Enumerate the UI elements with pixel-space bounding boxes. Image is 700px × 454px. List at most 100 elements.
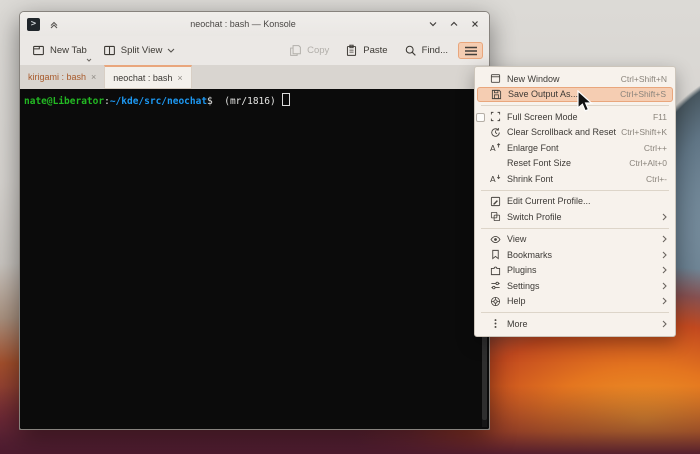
menu-item-label: Reset Font Size	[507, 158, 571, 168]
menu-item-new-window[interactable]: New Window Ctrl+Shift+N	[475, 71, 675, 87]
more-icon	[489, 318, 501, 330]
split-view-icon	[103, 44, 116, 57]
menu-item-more[interactable]: More	[475, 316, 675, 332]
menu-item-plugins[interactable]: Plugins	[475, 263, 675, 279]
terminal-cursor	[282, 93, 290, 106]
find-button[interactable]: Find...	[398, 40, 454, 61]
paste-icon	[345, 44, 358, 57]
search-icon	[404, 44, 417, 57]
menu-separator	[481, 228, 669, 229]
hamburger-menu-button[interactable]	[458, 42, 483, 59]
window-title: neochat : bash — Konsole	[67, 19, 419, 29]
submenu-arrow-icon	[662, 297, 667, 305]
menu-item-label: Help	[507, 296, 526, 306]
menu-item-bookmarks[interactable]: Bookmarks	[475, 247, 675, 263]
new-tab-menu-caret-icon[interactable]	[86, 58, 92, 62]
menu-item-view[interactable]: View	[475, 232, 675, 248]
save-output-icon	[490, 88, 502, 100]
copy-icon	[289, 44, 302, 57]
split-view-button[interactable]: Split View	[97, 40, 182, 61]
new-tab-button[interactable]: New Tab	[26, 40, 93, 61]
tab-label: kirigami : bash	[28, 72, 86, 82]
menu-item-label: Enlarge Font	[507, 143, 559, 153]
terminal-view[interactable]: nate@Liberator:~/kde/src/neochat$ (mr/18…	[20, 89, 489, 429]
minimize-button[interactable]	[425, 17, 440, 32]
menu-item-reset-font-size[interactable]: Reset Font Size Ctrl+Alt+0	[475, 156, 675, 172]
new-tab-icon	[32, 44, 45, 57]
new-window-icon	[489, 73, 501, 85]
menu-item-settings[interactable]: Settings	[475, 278, 675, 294]
menu-item-shrink-font[interactable]: A Shrink Font Ctrl+-	[475, 171, 675, 187]
clear-history-icon	[489, 126, 501, 138]
tab-label: neochat : bash	[113, 73, 172, 83]
fullscreen-icon	[489, 111, 501, 123]
titlebar[interactable]: > neochat : bash — Konsole	[20, 12, 489, 36]
find-label: Find...	[422, 45, 448, 56]
menu-separator	[481, 190, 669, 191]
tab-kirigami-bash[interactable]: kirigami : bash ×	[20, 65, 104, 89]
menu-item-label: Shrink Font	[507, 174, 553, 184]
menu-item-label: More	[507, 319, 528, 329]
menu-item-shortcut: F11	[653, 112, 667, 122]
submenu-arrow-icon	[662, 320, 667, 328]
tab-close-icon[interactable]: ×	[177, 73, 182, 83]
menu-item-shortcut: Ctrl+-	[646, 174, 667, 184]
menu-item-full-screen-mode[interactable]: Full Screen Mode F11	[475, 109, 675, 125]
no-icon	[489, 157, 501, 169]
menu-item-switch-profile[interactable]: Switch Profile	[475, 209, 675, 225]
edit-profile-icon	[489, 195, 501, 207]
menu-separator	[481, 312, 669, 313]
konsole-window: > neochat : bash — Konsole New Tab	[19, 11, 490, 430]
copy-button[interactable]: Copy	[283, 40, 335, 61]
menu-item-enlarge-font[interactable]: A Enlarge Font Ctrl++	[475, 140, 675, 156]
menu-item-label: Settings	[507, 281, 540, 291]
menu-item-clear-scrollback[interactable]: Clear Scrollback and Reset Ctrl+Shift+K	[475, 125, 675, 141]
hamburger-dropdown-menu: New Window Ctrl+Shift+N Save Output As..…	[474, 66, 676, 337]
menu-item-label: Plugins	[507, 265, 537, 275]
prompt-branch: (mr/1816)	[213, 96, 282, 107]
bookmark-icon	[489, 249, 501, 261]
menu-separator	[481, 105, 669, 106]
svg-text:A: A	[490, 174, 496, 184]
menu-item-shortcut: Ctrl+Shift+S	[620, 89, 666, 99]
paste-button[interactable]: Paste	[339, 40, 393, 61]
mouse-cursor	[577, 90, 593, 113]
menu-item-shortcut: Ctrl+Shift+N	[621, 74, 667, 84]
prompt-path: ~/kde/src/neochat	[110, 96, 207, 107]
submenu-arrow-icon	[662, 235, 667, 243]
enlarge-font-icon: A	[489, 142, 501, 154]
shrink-font-icon: A	[489, 173, 501, 185]
tab-neochat-bash[interactable]: neochat : bash ×	[104, 65, 191, 89]
menu-item-shortcut: Ctrl++	[644, 143, 667, 153]
tab-close-icon[interactable]: ×	[91, 72, 96, 82]
desktop-wallpaper: > neochat : bash — Konsole New Tab	[0, 0, 700, 454]
settings-icon	[489, 280, 501, 292]
prompt-user-host: nate@Liberator	[24, 96, 104, 107]
copy-label: Copy	[307, 45, 329, 56]
close-button[interactable]	[467, 17, 482, 32]
menu-item-label: Full Screen Mode	[507, 112, 578, 122]
menu-item-label: View	[507, 234, 526, 244]
menu-item-shortcut: Ctrl+Shift+K	[621, 127, 667, 137]
menu-item-edit-current-profile[interactable]: Edit Current Profile...	[475, 194, 675, 210]
split-view-label: Split View	[121, 45, 163, 56]
keep-above-icon[interactable]	[46, 17, 61, 32]
eye-icon	[489, 233, 501, 245]
chevron-down-icon	[167, 48, 175, 53]
fullscreen-checkbox[interactable]	[476, 113, 485, 122]
plugin-icon	[489, 264, 501, 276]
menu-item-label: Edit Current Profile...	[507, 196, 591, 206]
submenu-arrow-icon	[662, 266, 667, 274]
submenu-arrow-icon	[662, 213, 667, 221]
paste-label: Paste	[363, 45, 387, 56]
help-icon	[489, 295, 501, 307]
hamburger-icon	[464, 46, 478, 56]
menu-item-help[interactable]: Help	[475, 294, 675, 310]
menu-item-shortcut: Ctrl+Alt+0	[629, 158, 667, 168]
menu-item-label: Switch Profile	[507, 212, 562, 222]
menu-item-save-output-as[interactable]: Save Output As... Ctrl+Shift+S	[477, 87, 673, 103]
konsole-app-icon: >	[27, 18, 40, 31]
maximize-button[interactable]	[446, 17, 461, 32]
menu-item-label: New Window	[507, 74, 560, 84]
menu-item-label: Save Output As...	[508, 89, 578, 99]
